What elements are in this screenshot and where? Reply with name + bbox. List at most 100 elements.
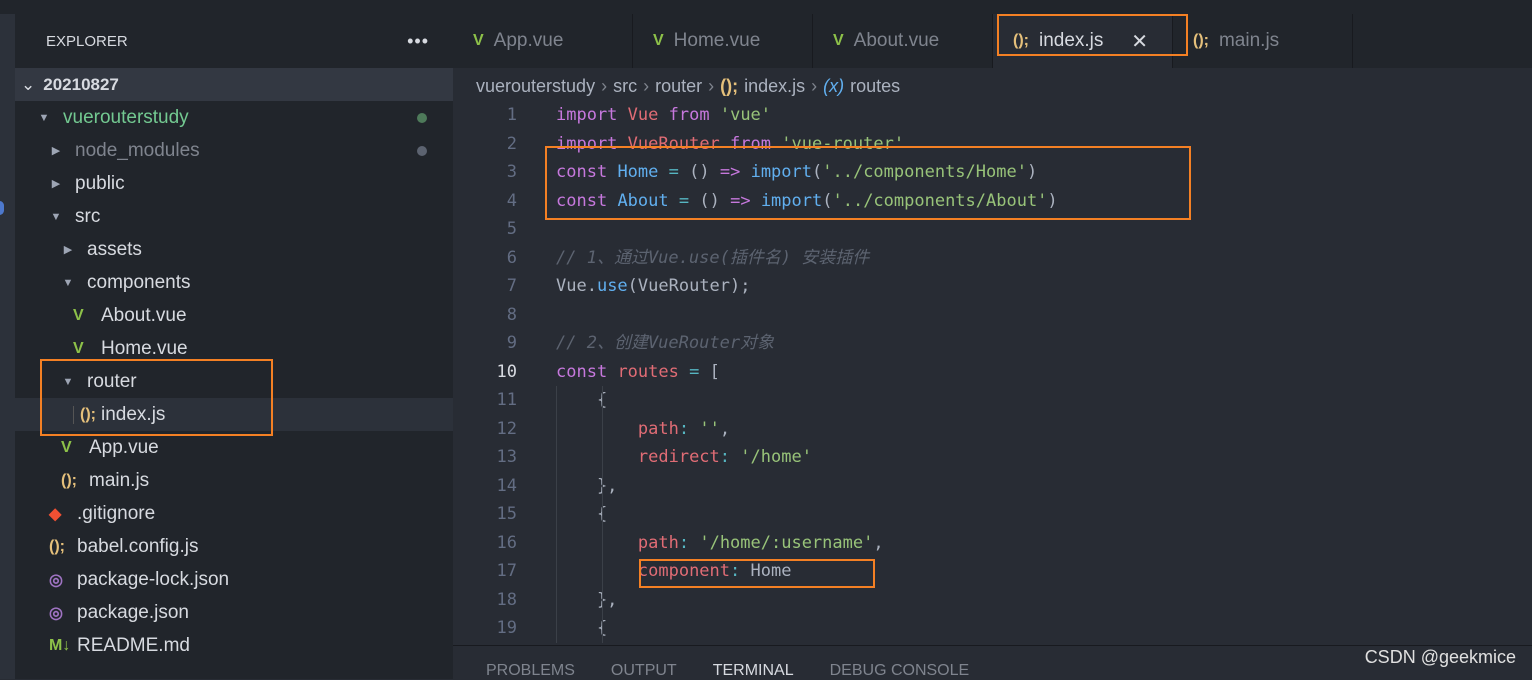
tree-item-label: public xyxy=(75,172,125,194)
code-token: () xyxy=(678,162,720,182)
markdown-icon: M↓ xyxy=(49,636,71,654)
more-actions-icon[interactable]: ••• xyxy=(407,31,429,52)
close-icon[interactable]: ✕ xyxy=(1131,29,1148,54)
code-token: '' xyxy=(699,418,720,439)
vue-icon: V xyxy=(73,339,84,357)
code-line: path: '/home/:username', xyxy=(556,529,884,558)
code-line: { xyxy=(556,386,607,415)
code-line: // 1、通过Vue.use(插件名) 安装插件 xyxy=(556,244,869,273)
chevron-right-icon: › xyxy=(708,75,715,96)
editor-tabs: V App.vue V Home.vue V About.vue (); index.js ✕ (… xyxy=(453,14,1532,68)
tree-item[interactable]: ▼ components xyxy=(15,266,453,299)
breadcrumb-item[interactable]: routes xyxy=(850,76,900,97)
js-file-icon: (); xyxy=(61,471,77,489)
tree-item-label: src xyxy=(75,205,101,227)
tab-home-vue[interactable]: V Home.vue xyxy=(633,14,813,68)
js-file-icon: (); xyxy=(720,75,739,96)
tree-item-label: vuerouterstudy xyxy=(63,106,189,128)
code-line: redirect: '/home' xyxy=(556,443,812,472)
tree-item[interactable]: ▼ router xyxy=(15,365,453,398)
tab-index-js[interactable]: (); index.js ✕ xyxy=(993,14,1173,68)
tab-main-js[interactable]: (); main.js xyxy=(1173,14,1353,68)
code-token: (VueRouter); xyxy=(627,276,751,296)
file-tree: ▼ vuerouterstudy ▶ node_modules ▶ public ▼ src ▶… xyxy=(15,101,453,662)
panel-tab-debug-console[interactable]: DEBUG CONSOLE xyxy=(830,662,970,679)
activity-indicator xyxy=(0,201,4,215)
panel-tab-problems[interactable]: PROBLEMS xyxy=(486,662,575,679)
line-number: 13 xyxy=(496,447,517,467)
line-number: 2 xyxy=(506,133,517,154)
tree-item[interactable]: V Home.vue xyxy=(15,332,453,365)
tab-label: index.js xyxy=(1038,30,1104,51)
tree-item[interactable]: ◎ package.json xyxy=(15,596,453,629)
json-icon: ◎ xyxy=(49,604,63,622)
tree-item[interactable]: ◆ .gitignore xyxy=(15,497,453,530)
triangle-down-icon: ▼ xyxy=(38,111,50,124)
tree-item-label: node_modules xyxy=(75,139,200,161)
tree-item[interactable]: ◎ package-lock.json xyxy=(15,563,453,596)
code-editor[interactable]: 1 import Vue from 'vue' 2 import VueRouter … xyxy=(453,101,1532,645)
tree-item[interactable]: V About.vue xyxy=(15,299,453,332)
js-file-icon: (); xyxy=(1193,32,1209,49)
indent-guide xyxy=(602,614,603,643)
code-token: const xyxy=(556,162,608,182)
line-number: 9 xyxy=(506,333,517,353)
line-number: 1 xyxy=(506,105,517,125)
code-token: () xyxy=(689,190,731,211)
code-token: : xyxy=(678,418,690,439)
git-icon: ◆ xyxy=(49,505,62,523)
indent-guide xyxy=(556,386,557,643)
tree-item[interactable]: V App.vue xyxy=(15,431,453,464)
breadcrumb-item[interactable]: src xyxy=(613,76,637,97)
tree-item[interactable]: (); main.js xyxy=(15,464,453,497)
code-token: : xyxy=(719,447,731,467)
code-token: import xyxy=(760,190,823,211)
tree-item[interactable]: ▶ node_modules xyxy=(15,134,453,167)
tree-item-label: About.vue xyxy=(101,304,187,326)
line-number: 19 xyxy=(496,618,517,638)
tree-item[interactable]: (); babel.config.js xyxy=(15,530,453,563)
line-number: 7 xyxy=(506,276,517,296)
tab-app-vue[interactable]: V App.vue xyxy=(453,14,633,68)
workspace-root[interactable]: ⌄ 20210827 xyxy=(15,68,453,101)
code-token: // 1、通过Vue.use(插件名) 安装插件 xyxy=(556,247,870,268)
breadcrumb-item[interactable]: vuerouterstudy xyxy=(476,76,595,97)
code-token: ( xyxy=(812,162,823,182)
breadcrumb-item[interactable]: index.js xyxy=(744,76,805,97)
tree-item[interactable]: ▼ vuerouterstudy xyxy=(15,101,453,134)
triangle-down-icon: ▼ xyxy=(62,276,74,289)
code-token: : xyxy=(730,561,741,581)
vue-icon: V xyxy=(653,32,664,49)
chevron-right-icon: › xyxy=(811,75,818,96)
panel-tab-output[interactable]: OUTPUT xyxy=(611,662,677,679)
tree-item[interactable]: ▶ public xyxy=(15,167,453,200)
watermark: CSDN @geekmice xyxy=(1364,647,1516,667)
tree-item[interactable]: ▼ src xyxy=(15,200,453,233)
code-token: = xyxy=(689,361,700,382)
js-file-icon: (); xyxy=(73,405,101,424)
code-token: { xyxy=(556,390,608,410)
tree-item[interactable]: (); index.js xyxy=(15,398,453,431)
code-token: '../components/About' xyxy=(832,190,1048,211)
code-line: { xyxy=(556,500,607,529)
tab-about-vue[interactable]: V About.vue xyxy=(813,14,993,68)
panel-tab-terminal[interactable]: TERMINAL xyxy=(713,662,794,679)
code-line: { xyxy=(556,614,607,643)
code-token: }, xyxy=(556,475,618,496)
code-token: component xyxy=(637,561,731,581)
code-line: const Home = () => import('../components… xyxy=(556,158,1037,187)
explorer-sidebar: EXPLORER ••• ⌄ 20210827 ▼ vuerouterstudy ▶… xyxy=(15,14,453,679)
tree-item-label: Home.vue xyxy=(101,337,188,359)
code-line: const routes = [ xyxy=(556,358,720,387)
tree-item[interactable]: ▶ assets xyxy=(15,233,453,266)
tree-item[interactable]: M↓ README.md xyxy=(15,629,453,662)
line-number: 17 xyxy=(496,561,517,581)
breadcrumb-item[interactable]: router xyxy=(655,76,702,97)
code-token: , xyxy=(719,418,731,439)
vue-icon: V xyxy=(473,32,484,49)
